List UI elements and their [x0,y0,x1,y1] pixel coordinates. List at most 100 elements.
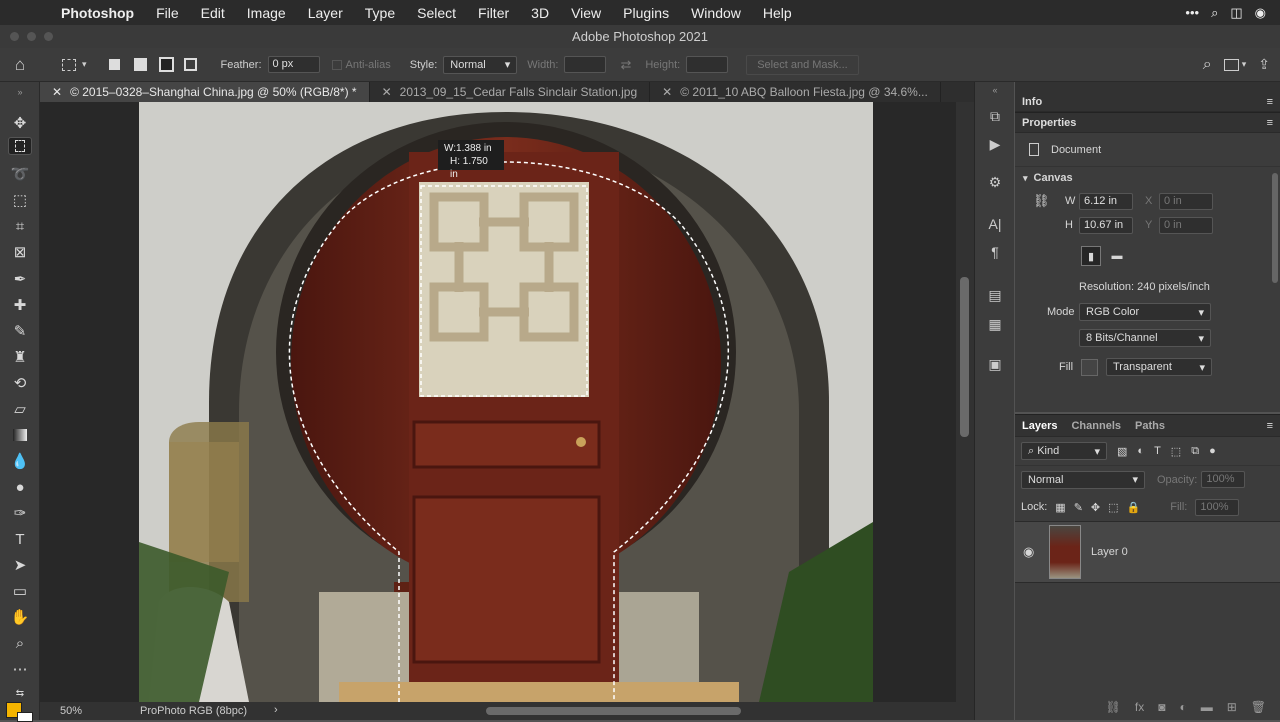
gradient-icon[interactable] [8,424,32,446]
swap-colors-icon[interactable]: ⇆ [8,682,32,704]
collapse-icon[interactable]: « [984,84,1006,96]
filter-shape-icon[interactable]: ⬚ [1171,445,1181,458]
adjustments-icon[interactable]: ⚙ [984,172,1006,192]
add-selection-icon[interactable] [133,58,147,71]
properties-scrollbar[interactable] [1272,173,1278,283]
character-icon[interactable]: A| [984,214,1006,234]
chevron-down-icon[interactable]: ▾ [1023,173,1028,184]
tab-layers[interactable]: Layers [1015,420,1064,432]
zoom-level[interactable]: 50% [60,705,82,717]
menu-app[interactable]: Photoshop [50,5,145,21]
style-select[interactable]: Normal ▾ [443,55,518,74]
minimize-icon[interactable] [27,32,36,41]
filter-toggle-icon[interactable]: ● [1209,445,1216,457]
layer-thumbnail[interactable] [1049,525,1081,579]
new-selection-icon[interactable] [108,59,120,70]
tab-close-icon[interactable]: ✕ [382,85,392,99]
spotlight-icon[interactable]: ⌕ [1211,5,1218,21]
close-icon[interactable] [10,32,19,41]
workspace-icon[interactable] [1223,58,1239,71]
menu-image[interactable]: Image [236,5,297,21]
info-panel-title[interactable]: Info [1015,96,1049,108]
lasso-tool-icon[interactable]: ➰ [8,163,32,185]
tab-balloon-fiesta[interactable]: ✕ © 2011_10 ABQ Balloon Fiesta.jpg @ 34.6… [650,82,941,102]
chevron-down-icon[interactable]: ▾ [82,59,87,70]
blend-mode-select[interactable]: Normal ▾ [1021,470,1145,489]
eraser-icon[interactable]: ▱ [8,398,32,420]
zoom-icon[interactable] [44,32,53,41]
landscape-orientation-icon[interactable]: ▬ [1107,246,1127,266]
link-icon[interactable]: ⛓ [1033,193,1055,209]
menu-plugins[interactable]: Plugins [612,5,680,21]
tab-channels[interactable]: Channels [1064,420,1128,432]
menu-window[interactable]: Window [680,5,752,21]
opacity-input[interactable]: 100% [1201,471,1246,488]
brush-tool-icon[interactable]: ✎ [8,320,32,342]
filter-pixel-icon[interactable]: ▧ [1117,445,1127,458]
document-image[interactable] [139,102,873,702]
marquee-tool-icon[interactable] [8,137,32,155]
object-selection-icon[interactable]: ⬚ [8,189,32,211]
pen-tool-icon[interactable]: ✑ [8,502,32,524]
clone-stamp-icon[interactable]: ♜ [8,346,32,368]
mode-select[interactable]: RGB Color ▾ [1079,303,1211,321]
paragraph-icon[interactable]: ¶ [984,242,1006,262]
frame-tool-icon[interactable]: ⊠ [8,241,32,263]
menu-type[interactable]: Type [354,5,406,21]
libraries-icon[interactable]: ▤ [984,285,1006,305]
menu-help[interactable]: Help [752,5,803,21]
dodge-icon[interactable]: ● [8,476,32,498]
history-icon[interactable]: ⧉ [984,106,1006,126]
add-mask-icon[interactable]: ◙ [1158,700,1165,714]
fill-opacity-input[interactable]: 100% [1195,498,1240,516]
menu-file[interactable]: File [145,5,190,21]
menu-3d[interactable]: 3D [520,5,560,21]
crop-tool-icon[interactable]: ⌗ [8,215,32,237]
canvas-y-input[interactable]: 0 in [1159,216,1213,234]
canvas-x-input[interactable]: 0 in [1159,192,1213,210]
lock-transparent-icon[interactable]: ▦ [1055,501,1065,514]
background-color-swatch[interactable] [17,712,33,722]
move-tool-icon[interactable]: ✥ [8,112,32,134]
control-center-icon[interactable]: ◫ [1230,5,1242,21]
lock-pixels-icon[interactable]: ✎ [1074,501,1083,514]
bit-depth-select[interactable]: 8 Bits/Channel ▾ [1079,329,1211,347]
link-layers-icon[interactable]: ⛓ [1106,700,1121,714]
horizontal-scroll-thumb[interactable] [486,707,741,715]
portrait-orientation-icon[interactable]: ▮ [1081,246,1101,266]
more-tools-icon[interactable]: ⋯ [8,658,32,680]
canvas-width-input[interactable]: 6.12 in [1079,192,1133,210]
feather-input[interactable]: 0 px [267,56,320,73]
canvas-height-input[interactable]: 10.67 in [1079,216,1133,234]
antialias-checkbox[interactable] [331,59,342,70]
lock-position-icon[interactable]: ✥ [1091,501,1100,514]
subtract-selection-icon[interactable] [158,57,174,72]
search-icon[interactable]: ⌕ [1203,56,1212,74]
intersect-selection-icon[interactable] [183,58,197,71]
marquee-tool-preset-icon[interactable] [62,58,76,71]
hand-tool-icon[interactable]: ✋ [8,606,32,628]
chevron-down-icon[interactable]: ▾ [1242,59,1247,70]
path-selection-icon[interactable]: ➤ [8,554,32,576]
actions-icon[interactable]: ▶ [984,134,1006,154]
panel-menu-icon[interactable]: ≡ [1260,117,1280,129]
new-adjustment-icon[interactable]: ◐ [1179,700,1186,714]
tab-close-icon[interactable]: ✕ [52,85,62,99]
tab-cedar-falls[interactable]: ✕ 2013_09_15_Cedar Falls Sinclair Station… [370,82,651,102]
menu-select[interactable]: Select [406,5,467,21]
panel-menu-icon[interactable]: ≡ [1260,420,1280,432]
layer-name[interactable]: Layer 0 [1091,546,1128,558]
trash-icon[interactable]: 🗑 [1251,700,1266,714]
collapse-icon[interactable]: » [8,85,32,99]
tab-paths[interactable]: Paths [1128,420,1172,432]
share-icon[interactable]: ⇪ [1258,56,1270,73]
history-brush-icon[interactable]: ⟲ [8,372,32,394]
healing-brush-icon[interactable]: ✚ [8,294,32,316]
select-and-mask-button[interactable]: Select and Mask... [746,54,859,75]
properties-title[interactable]: Properties [1015,117,1083,129]
home-icon[interactable]: ⌂ [0,55,40,75]
tab-shanghai[interactable]: ✕ © 2015–0328–Shanghai China.jpg @ 50% (R… [40,82,370,102]
menu-filter[interactable]: Filter [467,5,520,21]
more-icon[interactable]: ••• [1185,5,1199,21]
menu-edit[interactable]: Edit [190,5,236,21]
